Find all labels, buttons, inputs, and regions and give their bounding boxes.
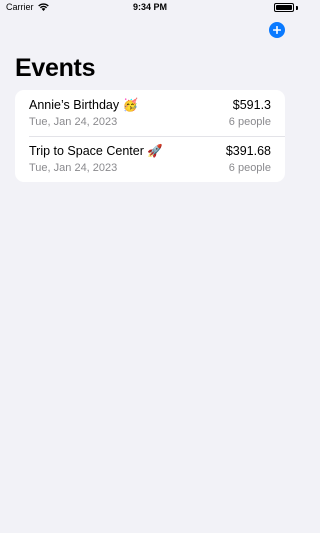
app-screen: Carrier 9:34 PM Events Annie’s Birthday … [0, 0, 300, 533]
event-amount: $591.3 [232, 98, 271, 112]
battery-tip [296, 6, 298, 10]
event-list: Annie’s Birthday 🥳 Tue, Jan 24, 2023 $59… [15, 90, 285, 182]
event-row[interactable]: Annie’s Birthday 🥳 Tue, Jan 24, 2023 $59… [15, 90, 285, 136]
add-event-button[interactable] [269, 22, 285, 38]
event-date: Tue, Jan 24, 2023 [29, 116, 118, 128]
battery-level [276, 5, 292, 10]
event-amount: $391.68 [225, 144, 271, 158]
status-bar: Carrier 9:34 PM [0, 0, 300, 16]
event-people-count: 6 people [228, 162, 271, 174]
event-name: Annie’s Birthday 🥳 [29, 98, 139, 112]
battery-icon [274, 3, 294, 12]
event-date: Tue, Jan 24, 2023 [29, 162, 118, 174]
event-people-count: 6 people [228, 116, 271, 128]
event-name: Trip to Space Center 🚀 [29, 144, 163, 158]
page-title: Events [15, 54, 96, 82]
plus-icon [273, 26, 281, 34]
event-row[interactable]: Trip to Space Center 🚀 Tue, Jan 24, 2023… [15, 136, 285, 182]
status-time: 9:34 PM [132, 2, 167, 12]
